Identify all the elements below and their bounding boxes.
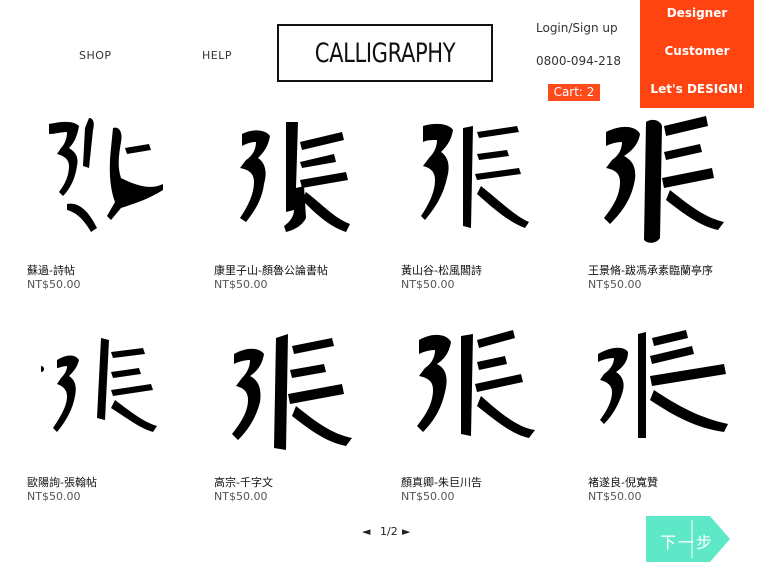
- product-price: NT$50.00: [214, 278, 268, 291]
- calligraphy-zhang-image[interactable]: [401, 320, 551, 470]
- next-page-arrow-icon[interactable]: ►: [402, 525, 410, 538]
- phone-number: 0800-094-218: [536, 54, 622, 68]
- site-logo[interactable]: CALLIGRAPHY: [277, 24, 493, 82]
- promo-line-design-cta: Let's DESIGN!: [650, 82, 744, 96]
- product-title[interactable]: 高宗-千字文: [214, 474, 273, 490]
- product-price: NT$50.00: [27, 490, 81, 503]
- product-title[interactable]: 顏真卿-朱巨川告: [401, 474, 482, 490]
- calligraphy-zhang-image[interactable]: [214, 320, 364, 470]
- product-price: NT$50.00: [588, 490, 642, 503]
- calligraphy-zhang-image[interactable]: [588, 108, 738, 258]
- logo-text: CALLIGRAPHY: [314, 37, 456, 69]
- calligraphy-zhang-image[interactable]: [214, 108, 364, 258]
- product-price: NT$50.00: [588, 278, 642, 291]
- product-title[interactable]: 黃山谷-松風閣詩: [401, 262, 482, 278]
- promo-line-designer: Designer: [666, 6, 728, 20]
- calligraphy-zhang-image[interactable]: [27, 320, 177, 470]
- login-signup-link[interactable]: Login/Sign up: [536, 21, 618, 35]
- calligraphy-zhang-image[interactable]: [27, 108, 177, 258]
- prev-page-arrow-icon[interactable]: ◄: [362, 525, 370, 538]
- product-price: NT$50.00: [401, 278, 455, 291]
- calligraphy-zhang-image[interactable]: [401, 108, 551, 258]
- product-title[interactable]: 蘇過-詩帖: [27, 262, 75, 278]
- calligraphy-zhang-image[interactable]: [588, 320, 738, 470]
- product-title[interactable]: 褚遂良-倪寬贊: [588, 474, 658, 490]
- product-title[interactable]: 康里子山-顏魯公論書帖: [214, 262, 328, 278]
- designer-promo-banner[interactable]: Designer Customer Let's DESIGN!: [640, 0, 754, 108]
- promo-line-customer: Customer: [664, 44, 730, 58]
- page-indicator: 1/2: [380, 525, 398, 538]
- next-step-button[interactable]: 下一步: [646, 516, 730, 562]
- nav-shop-link[interactable]: SHOP: [79, 49, 112, 62]
- product-price: NT$50.00: [27, 278, 81, 291]
- product-title[interactable]: 王景脩-跋馮承素臨蘭亭序: [588, 262, 713, 278]
- next-step-label: 下一步: [660, 533, 715, 552]
- cart-button[interactable]: Cart: 2: [548, 84, 600, 101]
- product-price: NT$50.00: [214, 490, 268, 503]
- nav-help-link[interactable]: HELP: [202, 49, 232, 62]
- product-title[interactable]: 歐陽詢-張翰帖: [27, 474, 97, 490]
- product-price: NT$50.00: [401, 490, 455, 503]
